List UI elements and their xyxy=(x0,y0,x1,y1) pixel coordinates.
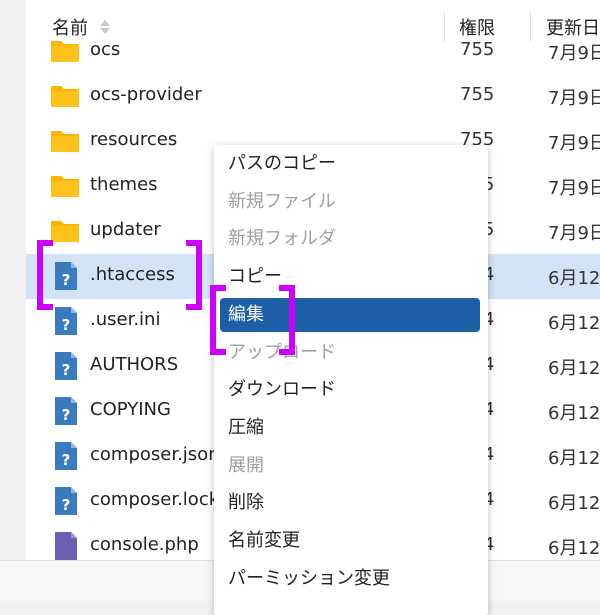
folder-icon xyxy=(51,176,79,197)
context-menu-item[interactable]: 新規ファイル xyxy=(220,185,480,219)
file-modified-date: 7月9日 xyxy=(548,88,600,109)
file-modified-date: 6月12 xyxy=(548,358,600,379)
context-menu-item[interactable]: アップロード xyxy=(220,336,480,370)
file-name: composer.lock xyxy=(90,489,220,510)
context-menu-item[interactable]: コピー xyxy=(220,260,480,294)
file-modified-date: 6月12 xyxy=(548,268,600,289)
file-modified-date: 7月9日 xyxy=(548,133,600,154)
file-name: resources xyxy=(90,129,178,150)
context-menu-item[interactable]: 展開 xyxy=(220,449,480,483)
unknown-file-icon: ? xyxy=(55,262,77,290)
svg-text:?: ? xyxy=(62,316,71,334)
file-permission: 755 xyxy=(460,84,495,105)
context-menu-item[interactable]: 削除 xyxy=(220,486,480,520)
context-menu-item[interactable]: ダウンロード xyxy=(220,373,480,407)
context-menu-item[interactable]: パスのコピー xyxy=(220,147,480,181)
svg-text:?: ? xyxy=(62,451,71,469)
file-name: themes xyxy=(90,174,158,195)
context-menu-item[interactable]: 名前変更 xyxy=(220,524,480,558)
file-name: console.php xyxy=(90,534,199,555)
file-row[interactable]: ocs-provider 755 7月9日 xyxy=(26,74,600,119)
folder-icon xyxy=(51,221,79,242)
file-name: composer.json xyxy=(90,444,220,465)
unknown-file-icon: ? xyxy=(55,307,77,335)
context-menu-item[interactable]: 編集 xyxy=(220,297,480,332)
file-name: .htaccess xyxy=(90,264,175,285)
svg-text:?: ? xyxy=(62,496,71,514)
unknown-file-icon: ? xyxy=(55,352,77,380)
file-modified-date: 7月9日 xyxy=(548,178,600,199)
file-modified-date: 7月9日 xyxy=(548,223,600,244)
context-menu-item[interactable]: 新規フォルダ xyxy=(220,222,480,256)
file-modified-date: 7月9日 xyxy=(548,43,600,64)
file-name: ocs xyxy=(90,39,121,60)
file-modified-date: 6月12 xyxy=(548,448,600,469)
context-menu-item[interactable]: 圧縮 xyxy=(220,411,480,445)
unknown-file-icon: ? xyxy=(55,487,77,515)
folder-icon xyxy=(51,131,79,152)
svg-text:?: ? xyxy=(62,406,71,424)
unknown-file-icon: ? xyxy=(55,442,77,470)
file-name: updater xyxy=(90,219,161,240)
context-menu: パスのコピー 新規ファイル 新規フォルダ コピー 編集アップロード ダウンロード 圧縮展開削… xyxy=(214,145,488,615)
file-permission: 755 xyxy=(460,39,495,60)
file-modified-date: 6月12 xyxy=(548,313,600,334)
file-name: .user.ini xyxy=(90,309,161,330)
file-name: COPYING xyxy=(90,399,171,420)
file-modified-date: 6月12 xyxy=(548,538,600,559)
file-name: AUTHORS xyxy=(90,354,179,375)
folder-icon xyxy=(51,86,79,107)
folder-icon xyxy=(51,41,79,62)
context-menu-item[interactable]: パーミッション変更 xyxy=(220,562,480,596)
php-file-icon xyxy=(55,532,77,560)
file-row[interactable]: ocs 755 7月9日 xyxy=(26,29,600,74)
file-name: ocs-provider xyxy=(90,84,202,105)
svg-text:?: ? xyxy=(62,271,71,289)
file-modified-date: 6月12 xyxy=(548,493,600,514)
svg-text:?: ? xyxy=(62,361,71,379)
unknown-file-icon: ? xyxy=(55,397,77,425)
file-modified-date: 6月12 xyxy=(548,403,600,424)
